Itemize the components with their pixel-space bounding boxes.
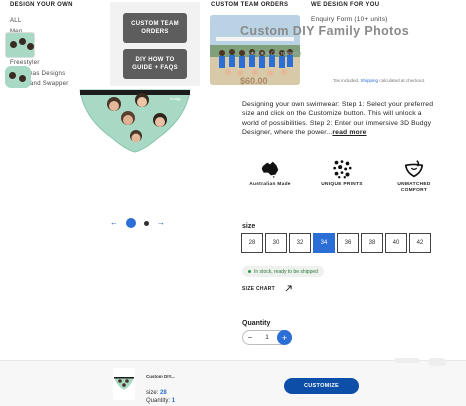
feature-label: UNMATCHED COMFORT [397, 182, 431, 193]
menu-panel: CUSTOM TEAM ORDERS DIY HOW TO GUIDE + FA… [110, 2, 200, 86]
sticky-product-meta: size: 28 Quantity: 1 [146, 389, 175, 405]
in-stock-dot-icon [248, 270, 251, 273]
reviews-summary[interactable]: ★★★★★ (25 reviews) [245, 51, 301, 57]
feature-label: Australian Made [249, 182, 291, 187]
size-chart-label: SIZE CHART [242, 285, 275, 292]
product-main-image[interactable]: budgy [78, 88, 192, 156]
menu-thumbnail-waistband[interactable] [5, 66, 31, 88]
ghost-pill [394, 358, 420, 363]
sticky-size-row: size: 28 [146, 389, 175, 397]
nav-design-your-own[interactable]: DESIGN YOUR OWN [10, 2, 73, 8]
menu-thumbnail-women[interactable] [5, 32, 35, 58]
how-to-guide-button[interactable]: DIY HOW TO GUIDE + FAQS [123, 49, 187, 79]
quantity-label: Quantity [242, 320, 271, 327]
sticky-quantity-row: Quantity: 1 [146, 397, 175, 405]
size-option-42[interactable]: 42 [409, 233, 431, 253]
stock-status-text: In stock, ready to be shipped [254, 268, 318, 275]
tax-prefix: Tax included. [333, 78, 360, 83]
feature-unmatched-comfort: UNMATCHED COMFORT [386, 158, 442, 194]
sticky-quantity-value: 1 [171, 398, 176, 404]
quantity-value[interactable]: 1 [265, 335, 268, 341]
comfort-icon [404, 160, 424, 178]
enquiry-form-link[interactable]: Enquiry Form (10+ units) [311, 16, 388, 23]
carousel-dot-active[interactable] [126, 218, 136, 228]
custom-team-orders-button[interactable]: CUSTOM TEAM ORDERS [123, 13, 187, 43]
size-option-36[interactable]: 36 [337, 233, 359, 253]
quantity-decrease-button[interactable]: − [243, 333, 257, 342]
external-link-icon [285, 285, 292, 292]
tax-suffix: calculated at checkout. [379, 78, 426, 83]
sticky-product-name: Custom DIY... [146, 374, 175, 379]
menu-item-all[interactable]: ALL [10, 16, 69, 27]
read-more-link[interactable]: read more [332, 129, 366, 136]
quantity-increase-button[interactable]: + [277, 330, 292, 345]
size-chart-link[interactable]: SIZE CHART [242, 285, 292, 292]
svg-text:budgy: budgy [170, 96, 181, 101]
sticky-product-thumbnail [113, 368, 135, 400]
sticky-size-label: size: [146, 390, 159, 396]
image-carousel-nav: ← → [110, 218, 165, 228]
unique-prints-icon [333, 160, 352, 179]
size-option-34[interactable]: 34 [313, 233, 335, 253]
shipping-link[interactable]: Shipping [361, 78, 379, 83]
quantity-stepper: − 1 + [242, 330, 292, 345]
australia-map-icon [261, 161, 279, 179]
carousel-prev-arrow[interactable]: ← [110, 218, 118, 228]
tax-note: Tax included. Shipping calculated at che… [333, 78, 425, 83]
nav-custom-team-orders[interactable]: CUSTOM TEAM ORDERS [211, 2, 288, 8]
sticky-quantity-label: Quantity: [146, 398, 171, 404]
sticky-size-value: 28 [160, 390, 167, 396]
size-selector: 28 30 32 34 36 38 40 42 [241, 233, 431, 253]
customize-button[interactable]: CUSTOMIZE [284, 378, 359, 394]
product-description: Designing your own swimwear: Step 1: Sel… [242, 100, 438, 137]
product-title: Custom DIY Family Photos [240, 24, 410, 38]
stock-status-badge: In stock, ready to be shipped [242, 266, 324, 277]
carousel-dot[interactable] [144, 220, 149, 226]
size-label: size [242, 223, 256, 230]
nav-we-design-for-you[interactable]: WE DESIGN FOR YOU [311, 2, 379, 8]
ghost-pill [428, 358, 446, 366]
carousel-next-arrow[interactable]: → [157, 218, 165, 228]
feature-label: UNIQUE PRINTS [321, 182, 363, 187]
feature-unique-prints: UNIQUE PRINTS [314, 158, 370, 194]
sticky-product-bar: Custom DIY... size: 28 Quantity: 1 CUSTO… [0, 358, 466, 406]
feature-list: Australian Made UNIQUE PRINTS UNMATCHED … [242, 158, 442, 194]
feature-australian-made: Australian Made [242, 158, 298, 194]
size-option-28[interactable]: 28 [241, 233, 263, 253]
size-option-30[interactable]: 30 [265, 233, 287, 253]
size-option-38[interactable]: 38 [361, 233, 383, 253]
size-option-32[interactable]: 32 [289, 233, 311, 253]
product-price: $60.00 [240, 76, 268, 86]
size-option-40[interactable]: 40 [385, 233, 407, 253]
